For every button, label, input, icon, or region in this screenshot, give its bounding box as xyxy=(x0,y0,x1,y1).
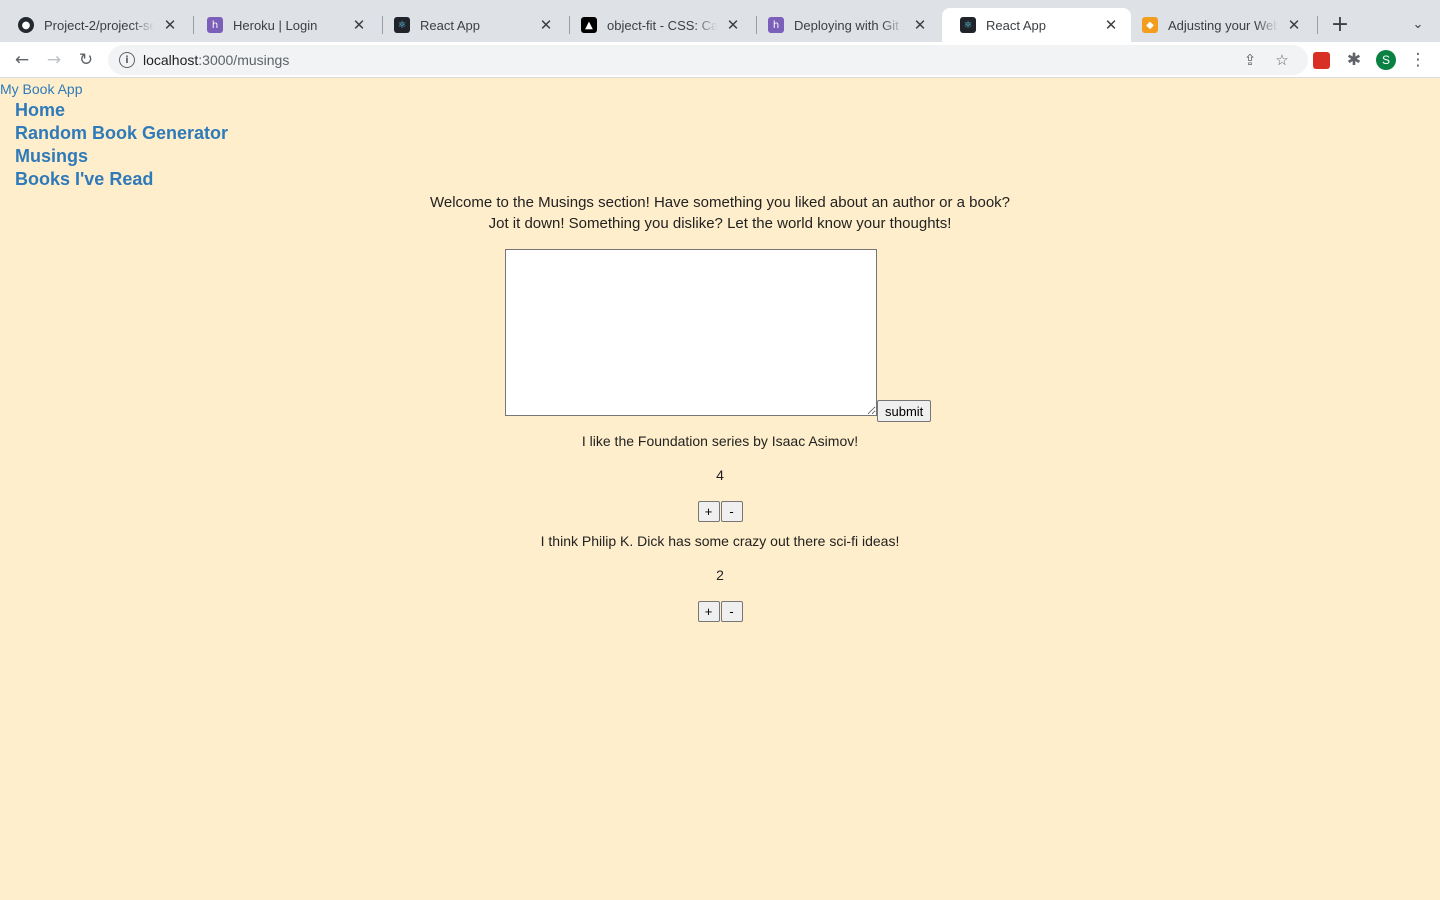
intro-text: Welcome to the Musings section! Have som… xyxy=(429,194,1011,232)
extension-icon[interactable] xyxy=(1313,52,1330,69)
tab-title: Adjusting your Website xyxy=(1168,17,1278,33)
musing-textarea[interactable] xyxy=(505,249,877,416)
nav-link-books-read[interactable]: Books I've Read xyxy=(15,169,153,189)
info-icon[interactable]: i xyxy=(119,52,135,68)
tab-github-project[interactable]: ● Project-2/project-setup ✕ xyxy=(0,8,190,42)
tab-strip: ● Project-2/project-setup ✕ h Heroku | L… xyxy=(0,0,1440,42)
mdn-icon: ▲ xyxy=(581,17,597,33)
star-icon[interactable]: ☆ xyxy=(1270,48,1294,72)
adjust-icon: ◆ xyxy=(1142,17,1158,33)
avatar[interactable]: S xyxy=(1376,50,1396,70)
address-bar[interactable]: i localhost:3000/musings ⇪ ☆ xyxy=(108,45,1308,75)
submit-button[interactable]: submit xyxy=(877,400,932,422)
github-icon: ● xyxy=(18,17,34,33)
tab-title: Heroku | Login xyxy=(233,17,318,33)
puzzle-icon[interactable]: ✱ xyxy=(1342,48,1366,72)
close-icon[interactable]: ✕ xyxy=(162,16,178,34)
page-content: My Book App Home Random Book Generator M… xyxy=(0,79,1440,900)
tab-object-fit[interactable]: ▲ object-fit - CSS: Cascading ✕ xyxy=(563,8,753,42)
react-icon: ⚛ xyxy=(960,17,976,33)
vote-buttons: + - xyxy=(0,501,1440,522)
nav-item-books-read: Books I've Read xyxy=(15,169,228,192)
nav-link-musings[interactable]: Musings xyxy=(15,146,88,166)
musing-form: submit xyxy=(505,249,932,422)
vote-count: 4 xyxy=(716,467,724,483)
tab-title: object-fit - CSS: Cascading xyxy=(607,17,717,33)
musing-text: I think Philip K. Dick has some crazy ou… xyxy=(540,533,900,549)
forward-icon[interactable]: → xyxy=(42,48,66,72)
nav-item-home: Home xyxy=(15,100,228,123)
new-tab-icon[interactable]: + xyxy=(1328,12,1352,37)
chevron-down-icon[interactable]: ⌄ xyxy=(1406,14,1430,34)
heroku-icon: h xyxy=(207,17,223,33)
musing-text: I like the Foundation series by Isaac As… xyxy=(581,433,859,449)
upvote-button[interactable]: + xyxy=(697,601,720,622)
close-icon[interactable]: ✕ xyxy=(1103,16,1119,34)
musing-item: I like the Foundation series by Isaac As… xyxy=(0,433,1440,522)
tab-react-app-active[interactable]: ⚛ React App ✕ xyxy=(942,8,1131,42)
nav-item-musings: Musings xyxy=(15,146,228,169)
nav-item-random: Random Book Generator xyxy=(15,123,228,146)
close-icon[interactable]: ✕ xyxy=(725,16,741,34)
tab-title: Deploying with Git | Heroku xyxy=(794,17,904,33)
url-text[interactable]: localhost:3000/musings xyxy=(143,52,1308,68)
tab-react-app[interactable]: ⚛ React App ✕ xyxy=(376,8,566,42)
downvote-button[interactable]: - xyxy=(720,501,743,522)
tab-title: Project-2/project-setup xyxy=(44,17,154,33)
tab-adjusting-website[interactable]: ◆ Adjusting your Website ✕ xyxy=(1124,8,1314,42)
heroku-icon: h xyxy=(768,17,784,33)
nav-link-random-book-generator[interactable]: Random Book Generator xyxy=(15,123,228,143)
close-icon[interactable]: ✕ xyxy=(1286,16,1302,34)
upvote-button[interactable]: + xyxy=(697,501,720,522)
tab-deploying-git[interactable]: h Deploying with Git | Heroku ✕ xyxy=(750,8,940,42)
tab-title: React App xyxy=(986,17,1046,33)
close-icon[interactable]: ✕ xyxy=(351,16,367,34)
close-icon[interactable]: ✕ xyxy=(912,16,928,34)
url-host: localhost xyxy=(143,52,199,68)
browser-toolbar: ← → ↻ i localhost:3000/musings ⇪ ☆ ✱ S ⋮ xyxy=(0,42,1440,78)
vote-buttons: + - xyxy=(0,601,1440,622)
nav-link-home[interactable]: Home xyxy=(15,100,65,120)
close-icon[interactable]: ✕ xyxy=(538,16,554,34)
url-path: :3000/musings xyxy=(198,52,290,68)
brand-link[interactable]: My Book App xyxy=(0,81,83,97)
musing-item: I think Philip K. Dick has some crazy ou… xyxy=(0,533,1440,622)
tab-separator xyxy=(1317,16,1318,34)
share-icon[interactable]: ⇪ xyxy=(1238,48,1262,72)
vote-count: 2 xyxy=(716,567,724,583)
main-nav: Home Random Book Generator Musings Books… xyxy=(15,100,228,192)
back-icon[interactable]: ← xyxy=(10,48,34,72)
react-icon: ⚛ xyxy=(394,17,410,33)
menu-icon[interactable]: ⋮ xyxy=(1406,48,1430,72)
tab-title: React App xyxy=(420,17,480,33)
reload-icon[interactable]: ↻ xyxy=(74,48,98,72)
downvote-button[interactable]: - xyxy=(720,601,743,622)
tab-heroku-login[interactable]: h Heroku | Login ✕ xyxy=(189,8,379,42)
